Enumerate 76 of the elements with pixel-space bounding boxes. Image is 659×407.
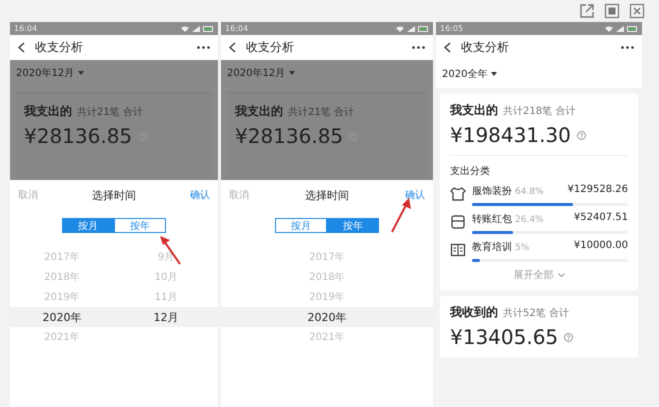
back-icon[interactable] (444, 42, 451, 53)
battery-icon (627, 26, 638, 32)
sheet-title: 选择时间 (92, 188, 136, 202)
more-icon[interactable] (197, 46, 210, 49)
help-icon[interactable] (576, 130, 586, 140)
category-name: 教育培训 (472, 242, 512, 253)
summary-amount: ¥28136.85 (24, 124, 132, 148)
mode-tab[interactable]: 按年 (114, 218, 166, 233)
period-selector[interactable]: 2020年12月 (227, 60, 427, 86)
category-amount: ¥10000.00 (574, 240, 628, 253)
signal-icon (407, 26, 415, 32)
picker-row[interactable]: 2017年 9月 (10, 247, 218, 267)
picker-row[interactable]: 2019年 11月 (10, 287, 218, 307)
cancel-button[interactable]: 取消 (18, 188, 38, 202)
picker-row[interactable]: 2019年 (221, 287, 433, 307)
category-amount: ¥52407.51 (574, 212, 628, 225)
close-icon[interactable] (629, 3, 645, 19)
picker-row[interactable]: 2021年 (221, 327, 433, 347)
status-time: 16:04 (14, 24, 38, 33)
summary-title: 我收到的 (450, 304, 498, 321)
back-icon[interactable] (229, 42, 236, 53)
cancel-button[interactable]: 取消 (229, 188, 249, 202)
summary-amount: ¥28136.85 (235, 124, 344, 148)
category-amount: ¥129528.26 (568, 184, 628, 197)
expand-link[interactable]: 展开全部 (514, 268, 554, 282)
page-title: 收支分析 (461, 39, 510, 56)
wifi-icon (396, 26, 404, 32)
period-selector[interactable]: 2020年12月 (16, 60, 212, 86)
external-link-icon[interactable] (579, 3, 595, 19)
battery-icon (418, 26, 429, 32)
more-icon[interactable] (621, 46, 634, 49)
category-percent: 5% (515, 243, 530, 253)
category-percent: 64.8% (515, 187, 544, 197)
help-icon[interactable] (564, 332, 574, 342)
book-icon (450, 242, 466, 258)
confirm-button[interactable]: 确认 (190, 188, 210, 202)
wallet-icon (450, 214, 466, 230)
category-name: 服饰装扮 (472, 186, 512, 197)
picker-row[interactable]: 2018年 10月 (10, 267, 218, 287)
page-title: 收支分析 (246, 39, 295, 56)
wifi-icon (181, 26, 189, 32)
summary-count: 共计218笔 合计 (503, 104, 576, 118)
summary-amount: ¥198431.30 (450, 123, 571, 147)
chevron-down-icon[interactable] (558, 272, 564, 278)
summary-count: 共计21笔 合计 (288, 106, 354, 119)
signal-icon (192, 26, 200, 32)
mode-tab[interactable]: 按月 (62, 218, 114, 233)
signal-icon (616, 26, 624, 32)
mode-tab[interactable]: 按年 (327, 218, 379, 233)
summary-count: 共计21笔 合计 (77, 106, 143, 119)
category-name: 转账红包 (472, 214, 512, 225)
more-icon[interactable] (412, 46, 425, 49)
summary-count: 共计52笔 合计 (503, 306, 569, 320)
summary-title: 我支出的 (235, 103, 283, 120)
page-title: 收支分析 (35, 39, 84, 56)
wifi-icon (605, 26, 613, 32)
fullscreen-icon[interactable] (604, 3, 620, 19)
picker-row[interactable]: 2021年 (10, 327, 218, 347)
status-time: 16:05 (440, 24, 464, 33)
picker-row[interactable]: 2018年 (221, 267, 433, 287)
picker-row[interactable]: 2020年 12月 (10, 307, 218, 327)
back-icon[interactable] (18, 42, 25, 53)
summary-amount: ¥13405.65 (450, 325, 558, 349)
mode-tab[interactable]: 按月 (275, 218, 327, 233)
summary-title: 我支出的 (450, 102, 498, 119)
period-selector[interactable]: 2020全年 (436, 60, 642, 88)
section-title: 支出分类 (450, 164, 491, 178)
shirt-icon (450, 186, 466, 202)
category-percent: 26.4% (515, 215, 544, 225)
summary-title: 我支出的 (24, 103, 72, 120)
picker-row[interactable]: 2017年 (221, 247, 433, 267)
status-time: 16:04 (225, 24, 248, 33)
sheet-title: 选择时间 (305, 188, 349, 202)
battery-icon (203, 26, 214, 32)
picker-row[interactable]: 2020年 (221, 307, 433, 327)
confirm-button[interactable]: 确认 (405, 188, 425, 202)
